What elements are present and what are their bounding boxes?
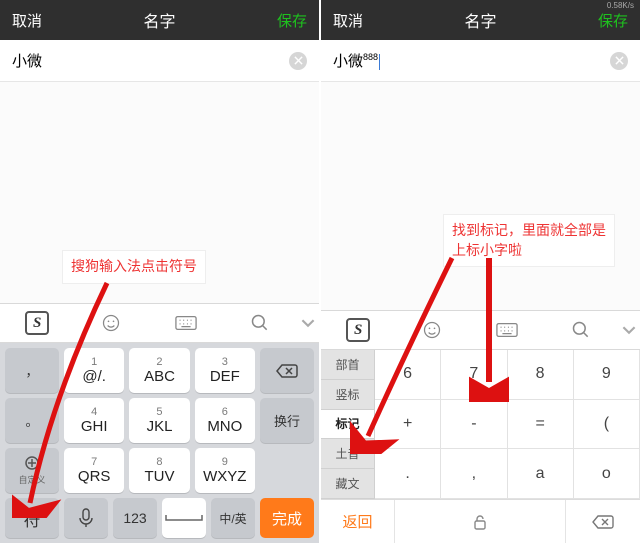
symbol-keyboard: 部首 竖标 标记 土音 藏文 6 7 8 9 + - = ( . , a o xyxy=(321,350,640,543)
sym-minus[interactable]: - xyxy=(441,400,507,450)
voice-key[interactable] xyxy=(64,498,108,538)
symbol-key[interactable]: 符 xyxy=(5,498,59,538)
search-icon[interactable] xyxy=(223,313,297,333)
cancel-button[interactable]: 取消 xyxy=(12,10,42,31)
key-8[interactable]: 8TUV xyxy=(129,448,189,493)
left-screen: 取消 名字 保存 小微 搜狗输入法点击符号 S ， 1@/. 2ABC 3DEF xyxy=(0,0,319,543)
key-1[interactable]: 1@/. xyxy=(64,348,124,393)
key-5[interactable]: 5JKL xyxy=(129,398,189,443)
keyboard-icon[interactable] xyxy=(470,322,544,338)
chevron-down-icon[interactable] xyxy=(618,323,640,337)
sogou-logo-icon[interactable]: S xyxy=(321,318,395,342)
emoji-icon[interactable] xyxy=(395,320,469,340)
search-icon[interactable] xyxy=(544,320,618,340)
sym-plus[interactable]: + xyxy=(375,400,441,450)
cat-radical[interactable]: 部首 xyxy=(321,350,375,380)
side-key-custom[interactable]: 自定义 xyxy=(5,448,59,493)
key-9[interactable]: 9WXYZ xyxy=(195,448,255,493)
lang-key[interactable]: 中/英 xyxy=(211,498,255,538)
page-title: 名字 xyxy=(321,8,640,32)
newline-key[interactable]: 换行 xyxy=(260,398,314,443)
cat-tuyin[interactable]: 土音 xyxy=(321,439,375,469)
cat-tibetan[interactable]: 藏文 xyxy=(321,469,375,499)
header: 取消 名字 保存 xyxy=(0,0,319,40)
key-4[interactable]: 4GHI xyxy=(64,398,124,443)
content-area: 找到标记，里面就全部是上标小字啦 xyxy=(321,82,640,310)
sym-8[interactable]: 8 xyxy=(508,350,574,400)
save-button[interactable]: 保存 xyxy=(277,10,307,31)
content-area: 搜狗输入法点击符号 xyxy=(0,82,319,303)
annotation-right: 找到标记，里面就全部是上标小字啦 xyxy=(443,214,615,267)
keyboard-icon[interactable] xyxy=(149,315,223,331)
space-key[interactable] xyxy=(162,498,206,538)
clear-icon[interactable] xyxy=(610,52,628,70)
keyboard-toolbar: S xyxy=(0,303,319,343)
sym-7[interactable]: 7 xyxy=(441,350,507,400)
key-6[interactable]: 6MNO xyxy=(195,398,255,443)
side-key-comma[interactable]: ， xyxy=(5,348,59,393)
symbol-grid: 6 7 8 9 + - = ( . , a o xyxy=(375,350,640,499)
sym-o[interactable]: o xyxy=(574,449,640,499)
cancel-button[interactable]: 取消 xyxy=(333,10,363,31)
key-3[interactable]: 3DEF xyxy=(195,348,255,393)
sym-9[interactable]: 9 xyxy=(574,350,640,400)
save-button[interactable]: 保存 xyxy=(598,10,628,31)
annotation-left: 搜狗输入法点击符号 xyxy=(62,250,206,284)
sym-comma[interactable]: , xyxy=(441,449,507,499)
sym-equals[interactable]: = xyxy=(508,400,574,450)
chevron-down-icon[interactable] xyxy=(297,316,319,330)
lock-key[interactable] xyxy=(395,500,566,543)
key-7[interactable]: 7QRS xyxy=(64,448,124,493)
done-key[interactable]: 完成 xyxy=(260,498,314,538)
sym-paren[interactable]: ( xyxy=(574,400,640,450)
sym-a[interactable]: a xyxy=(508,449,574,499)
header: 0.58K/s 取消 名字 保存 xyxy=(321,0,640,40)
return-key[interactable]: 返回 xyxy=(321,500,395,543)
symbol-bottom-row: 返回 xyxy=(321,499,640,543)
sym-dot[interactable]: . xyxy=(375,449,441,499)
keyboard-t9: ， 1@/. 2ABC 3DEF 。 4GHI 5JKL 6MNO 换行 自定义… xyxy=(0,343,319,498)
name-input-row[interactable]: 小微 xyxy=(0,40,319,82)
backspace-key[interactable] xyxy=(260,348,314,393)
cat-vertical[interactable]: 竖标 xyxy=(321,380,375,410)
backspace-key[interactable] xyxy=(566,500,640,543)
key-2[interactable]: 2ABC xyxy=(129,348,189,393)
side-key-period[interactable]: 。 xyxy=(5,398,59,443)
cat-mark[interactable]: 标记 xyxy=(321,410,375,440)
keyboard-bottom-row: 符 123 中/英 完成 xyxy=(0,498,319,543)
number-key[interactable]: 123 xyxy=(113,498,157,538)
clear-icon[interactable] xyxy=(289,52,307,70)
symbol-categories: 部首 竖标 标记 土音 藏文 xyxy=(321,350,375,499)
page-title: 名字 xyxy=(0,8,319,32)
right-screen: 0.58K/s 取消 名字 保存 小微888 找到标记，里面就全部是上标小字啦 … xyxy=(321,0,640,543)
sym-6[interactable]: 6 xyxy=(375,350,441,400)
sogou-logo-icon[interactable]: S xyxy=(0,311,74,335)
name-input-value: 小微 xyxy=(12,50,289,71)
emoji-icon[interactable] xyxy=(74,313,148,333)
net-speed: 0.58K/s xyxy=(607,1,634,10)
name-input-row[interactable]: 小微888 xyxy=(321,40,640,82)
name-input-value: 小微888 xyxy=(333,50,610,71)
keyboard-toolbar: S xyxy=(321,310,640,350)
